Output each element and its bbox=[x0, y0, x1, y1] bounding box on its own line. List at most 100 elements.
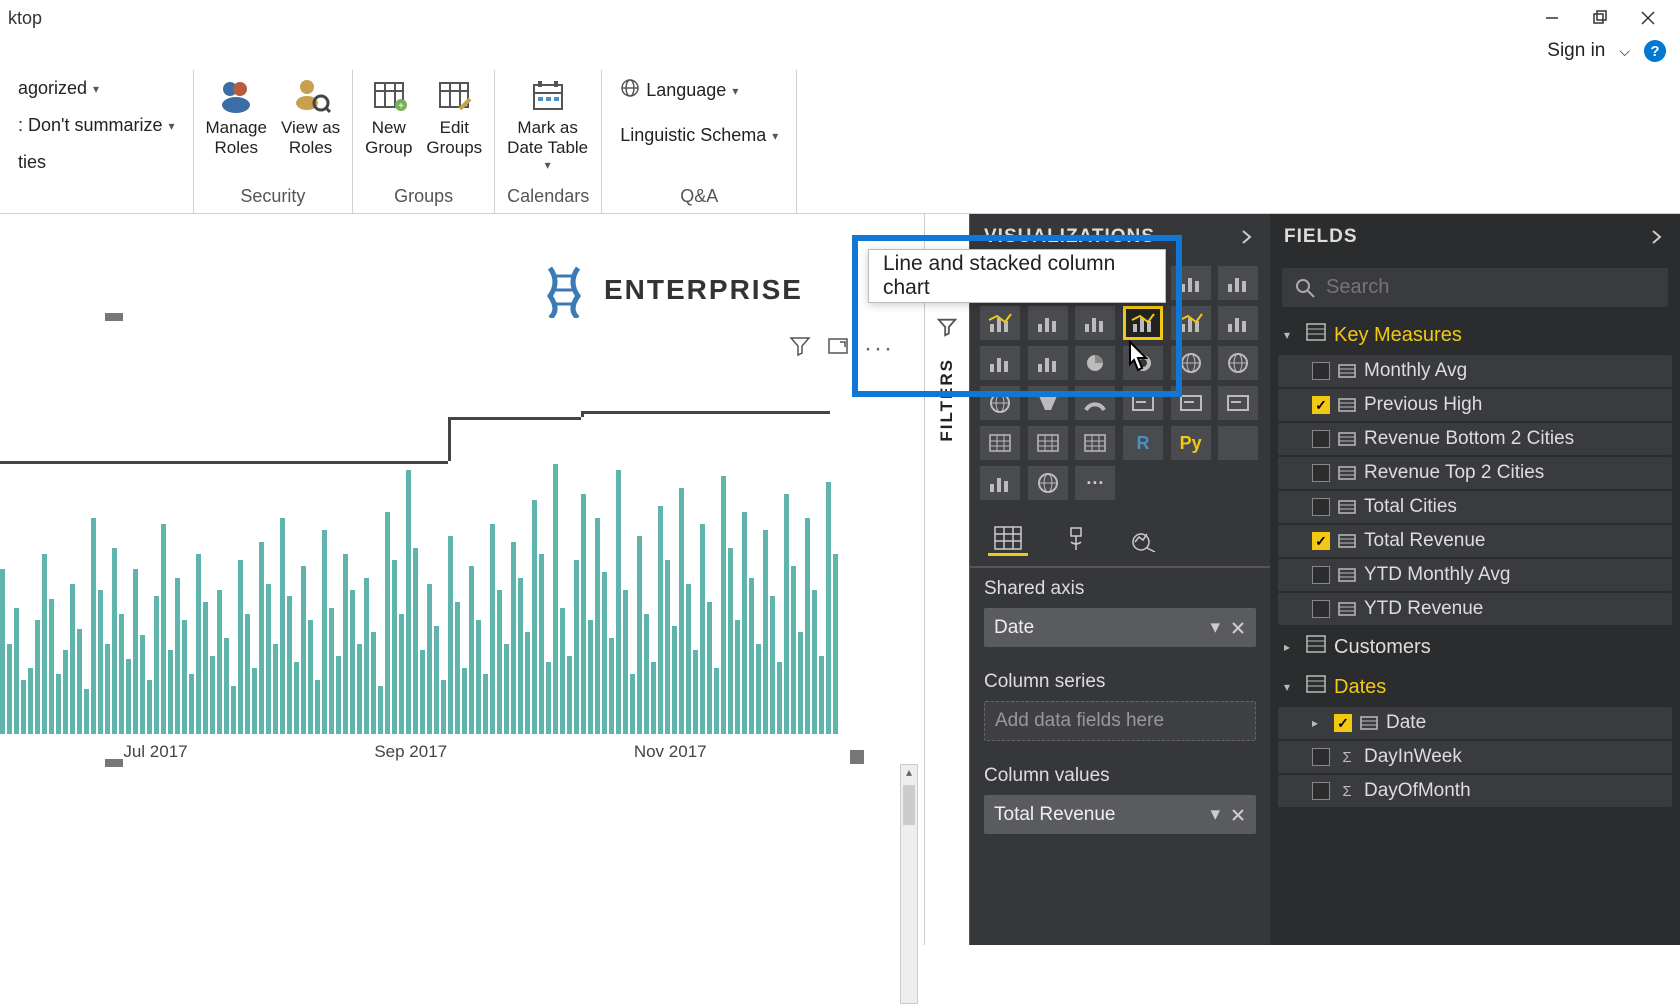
filter-icon[interactable] bbox=[788, 334, 812, 363]
fields-list: ▾Key MeasuresMonthly Avg✓Previous HighRe… bbox=[1270, 315, 1680, 809]
viz-stacked-col-100[interactable] bbox=[1218, 266, 1258, 300]
viz-py-visual[interactable]: Py bbox=[1171, 426, 1211, 460]
viz-table[interactable] bbox=[1028, 426, 1068, 460]
analytics-tab[interactable] bbox=[1124, 522, 1164, 556]
viz-matrix[interactable] bbox=[1075, 426, 1115, 460]
resize-handle-corner[interactable] bbox=[850, 750, 864, 764]
viz-gauge[interactable] bbox=[1075, 386, 1115, 420]
viz-treemap[interactable] bbox=[1171, 346, 1211, 380]
scroll-thumb[interactable] bbox=[903, 785, 915, 825]
help-icon[interactable]: ? bbox=[1644, 40, 1666, 62]
viz-custom[interactable] bbox=[980, 466, 1020, 500]
field-ytd-revenue[interactable]: YTD Revenue bbox=[1278, 593, 1672, 625]
chart-bar bbox=[504, 644, 509, 734]
manage-roles-button[interactable]: Manage Roles bbox=[206, 74, 267, 157]
field-dayofmonth[interactable]: ΣDayOfMonth bbox=[1278, 775, 1672, 807]
viz-arcgis[interactable] bbox=[1028, 466, 1068, 500]
fields-search[interactable] bbox=[1282, 268, 1668, 307]
ribbon-group-label-groups: Groups bbox=[365, 180, 482, 207]
format-tab[interactable] bbox=[1056, 522, 1096, 556]
resize-handle-top[interactable] bbox=[105, 313, 123, 321]
viz-stacked-bar[interactable] bbox=[980, 266, 1020, 300]
field-revenue-top-2-cities[interactable]: Revenue Top 2 Cities bbox=[1278, 457, 1672, 489]
viz-pie[interactable] bbox=[1075, 346, 1115, 380]
chart-bar bbox=[252, 668, 257, 734]
scroll-up-icon[interactable]: ▴ bbox=[901, 765, 917, 783]
viz-stacked-area[interactable] bbox=[1075, 306, 1115, 340]
viz-scatter[interactable] bbox=[1028, 346, 1068, 380]
mark-date-table-button[interactable]: Mark as Date Table▾ bbox=[507, 74, 588, 173]
table-customers[interactable]: ▸Customers bbox=[1278, 627, 1672, 667]
viz-multi-card[interactable] bbox=[1171, 386, 1211, 420]
chart-bar bbox=[448, 536, 453, 734]
summarize-dropdown[interactable]: : Don't summarize▾ bbox=[12, 111, 181, 140]
chart-bar bbox=[308, 620, 313, 734]
field-date[interactable]: ▸✓Date bbox=[1278, 707, 1672, 739]
properties-dropdown[interactable]: ties bbox=[12, 148, 52, 177]
chart-bar bbox=[357, 644, 362, 734]
categorize-dropdown[interactable]: agorized▾ bbox=[12, 74, 105, 103]
fields-pane-header[interactable]: FIELDS bbox=[1270, 214, 1680, 260]
field-monthly-avg[interactable]: Monthly Avg bbox=[1278, 355, 1672, 387]
view-as-roles-button[interactable]: View as Roles bbox=[281, 74, 340, 157]
field-ytd-monthly-avg[interactable]: YTD Monthly Avg bbox=[1278, 559, 1672, 591]
fields-tab[interactable] bbox=[988, 522, 1028, 556]
viz-slicer[interactable] bbox=[980, 426, 1020, 460]
field-well-placeholder[interactable]: Add data fields here bbox=[984, 701, 1256, 741]
viz-ribbon[interactable] bbox=[1218, 306, 1258, 340]
chart-bar bbox=[798, 632, 803, 734]
field-previous-high[interactable]: ✓Previous High bbox=[1278, 389, 1672, 421]
viz-clustered-bar[interactable] bbox=[1028, 266, 1068, 300]
search-input[interactable] bbox=[1326, 276, 1656, 299]
more-options-icon[interactable]: ··· bbox=[864, 335, 894, 363]
viz-waterfall[interactable] bbox=[980, 346, 1020, 380]
viz-filled-map[interactable] bbox=[980, 386, 1020, 420]
maximize-button[interactable] bbox=[1590, 8, 1610, 28]
viz-map[interactable] bbox=[1218, 346, 1258, 380]
edit-groups-button[interactable]: Edit Groups bbox=[426, 74, 482, 157]
field-total-revenue[interactable]: ✓Total Revenue bbox=[1278, 525, 1672, 557]
viz-card[interactable] bbox=[1123, 386, 1163, 420]
viz-stacked-col[interactable] bbox=[1123, 266, 1163, 300]
close-button[interactable] bbox=[1638, 8, 1658, 28]
viz-clustered-col[interactable] bbox=[1171, 266, 1211, 300]
table-key-measures[interactable]: ▾Key Measures bbox=[1278, 315, 1672, 355]
remove-field-icon[interactable] bbox=[1230, 620, 1246, 636]
linguistic-schema-dropdown[interactable]: Linguistic Schema▾ bbox=[614, 121, 784, 150]
viz-line[interactable] bbox=[980, 306, 1020, 340]
viz-funnel[interactable] bbox=[1028, 386, 1068, 420]
field-well-date[interactable]: Date ▾ bbox=[984, 608, 1256, 647]
chevron-down-icon[interactable]: ▾ bbox=[1210, 803, 1220, 826]
canvas-scrollbar[interactable]: ▴ bbox=[900, 764, 918, 1004]
chevron-down-icon[interactable]: ⌵ bbox=[1619, 43, 1630, 60]
viz-more[interactable]: ··· bbox=[1075, 466, 1115, 500]
signin-link[interactable]: Sign in bbox=[1547, 40, 1605, 62]
table-dates[interactable]: ▾Dates bbox=[1278, 667, 1672, 707]
chart-bar bbox=[679, 488, 684, 734]
viz-area[interactable] bbox=[1028, 306, 1068, 340]
ribbon-group-calendars: Mark as Date Table▾ Calendars bbox=[495, 70, 602, 213]
new-group-button[interactable]: + New Group bbox=[365, 74, 412, 157]
language-dropdown[interactable]: Language▾ bbox=[614, 74, 744, 107]
viz-line-clustered-col[interactable] bbox=[1171, 306, 1211, 340]
minimize-button[interactable] bbox=[1542, 8, 1562, 28]
viz-r-visual[interactable]: R bbox=[1123, 426, 1163, 460]
viz-pane-header[interactable]: VISUALIZATIONS bbox=[970, 214, 1270, 260]
filters-pane-collapsed[interactable]: FILTERS bbox=[924, 214, 970, 945]
viz-donut[interactable] bbox=[1123, 346, 1163, 380]
chart-bar bbox=[665, 560, 670, 734]
field-revenue-bottom-2-cities[interactable]: Revenue Bottom 2 Cities bbox=[1278, 423, 1672, 455]
viz-line-stacked-col[interactable] bbox=[1123, 306, 1163, 340]
focus-mode-icon[interactable] bbox=[826, 334, 850, 363]
field-total-cities[interactable]: Total Cities bbox=[1278, 491, 1672, 523]
resize-handle-bottom[interactable] bbox=[105, 759, 123, 767]
chart-bar bbox=[483, 674, 488, 734]
remove-field-icon[interactable] bbox=[1230, 807, 1246, 823]
report-canvas[interactable]: ENTERPRISE ··· Jul 2017Sep 2017Nov 2017 … bbox=[0, 214, 924, 945]
field-dayinweek[interactable]: ΣDayInWeek bbox=[1278, 741, 1672, 773]
field-well-total-revenue[interactable]: Total Revenue ▾ bbox=[984, 795, 1256, 834]
viz-stacked-bar-100[interactable] bbox=[1075, 266, 1115, 300]
viz-kpi[interactable] bbox=[1218, 386, 1258, 420]
chevron-down-icon[interactable]: ▾ bbox=[1210, 616, 1220, 639]
chart-visual[interactable]: Jul 2017Sep 2017Nov 2017 bbox=[0, 374, 830, 734]
